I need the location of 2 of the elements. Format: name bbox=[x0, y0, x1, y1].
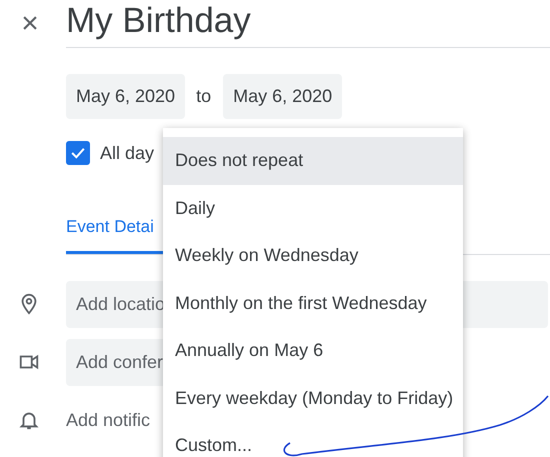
all-day-label: All day bbox=[100, 142, 154, 164]
to-label: to bbox=[196, 86, 212, 107]
